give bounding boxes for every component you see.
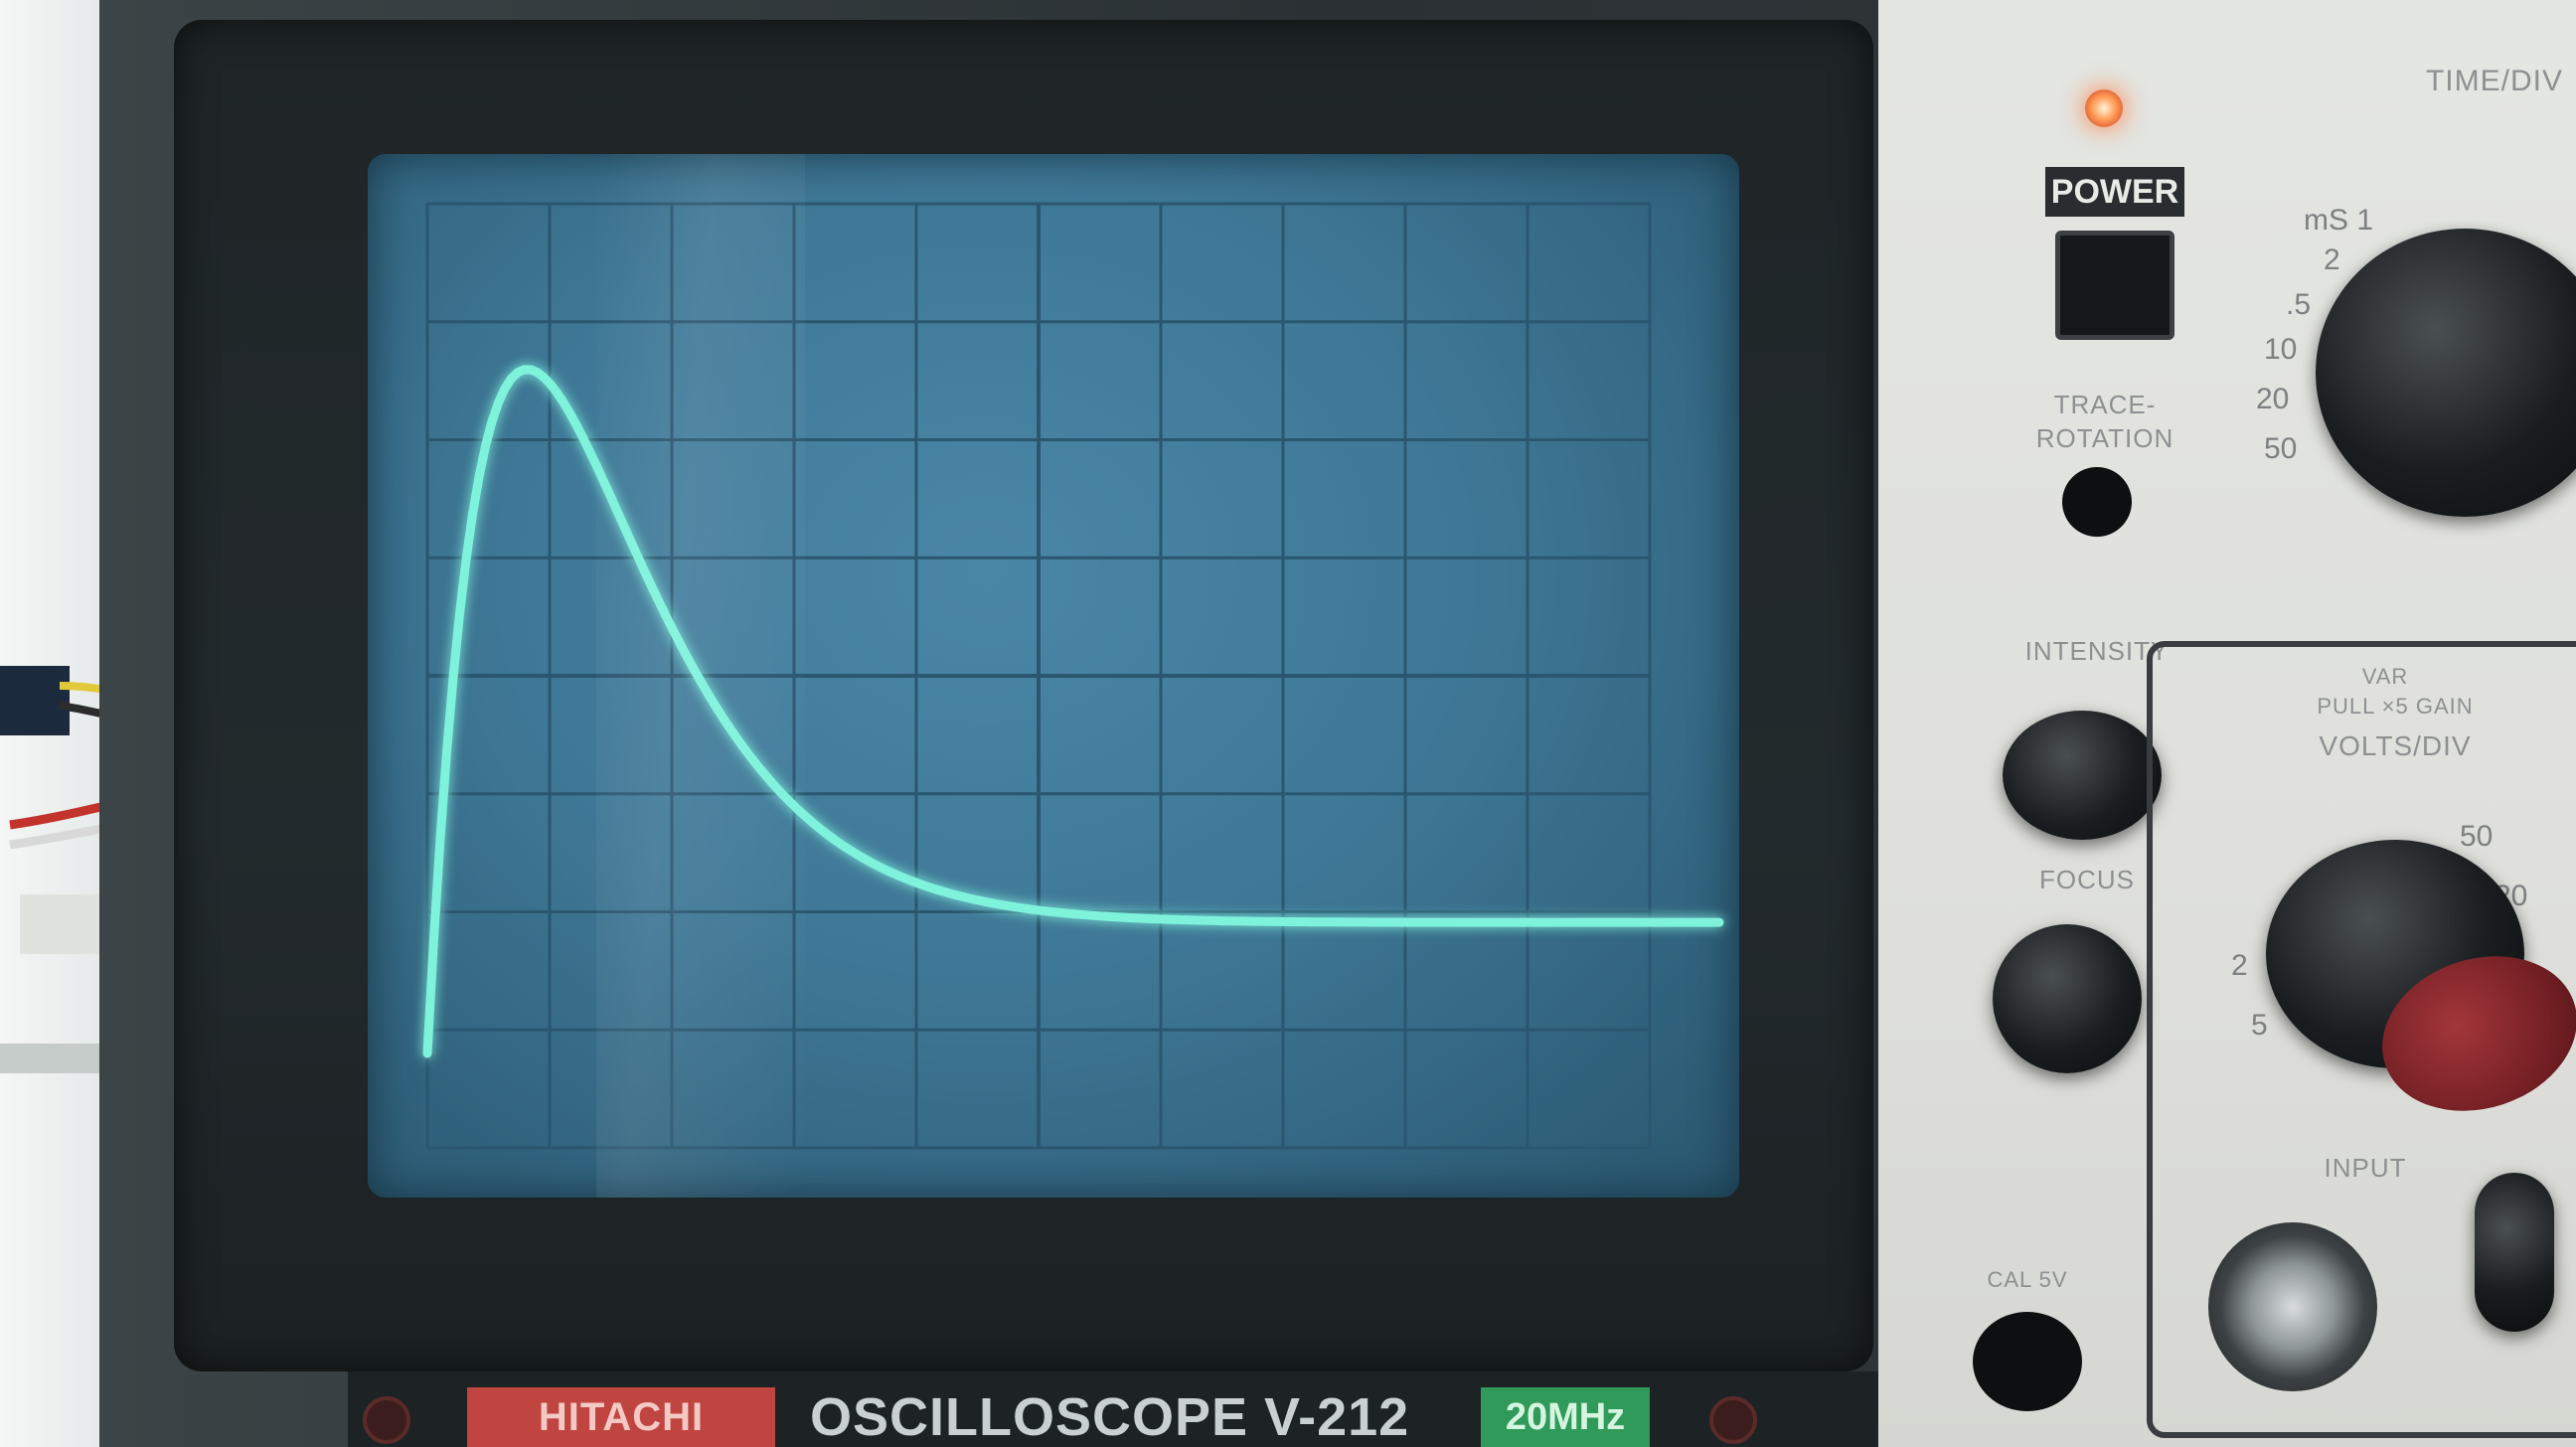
pull-gain-label: PULL ×5 GAIN (2317, 694, 2474, 719)
power-button[interactable] (2055, 231, 2174, 340)
coupling-switch[interactable] (2475, 1173, 2554, 1332)
time-div-mark: 2 (2324, 243, 2340, 276)
input-label: INPUT (2324, 1153, 2407, 1183)
trace-rotation-label: TRACE- ROTATION (2035, 390, 2174, 453)
volts-div-mark: 50 (2460, 820, 2494, 853)
time-div-mark: 50 (2264, 432, 2298, 465)
bnc-input-connector[interactable] (2208, 1222, 2377, 1391)
model-label: OSCILLOSCOPE V-212 (810, 1387, 1410, 1447)
screen-graticule (422, 202, 1724, 1150)
screw-right (1709, 1396, 1757, 1444)
power-label: POWER (2045, 167, 2184, 217)
time-div-mark: mS 1 (2304, 204, 2374, 237)
var-label: VAR (2361, 664, 2409, 689)
power-led-icon (2085, 89, 2123, 127)
focus-knob[interactable] (1993, 924, 2142, 1073)
screen-glare (596, 154, 805, 1198)
brand-label: HITACHI (467, 1387, 775, 1447)
cal-terminal[interactable] (1973, 1312, 2082, 1411)
time-div-label: TIME/DIV (2425, 65, 2563, 97)
crt-screen (368, 154, 1739, 1198)
bandwidth-label: 20MHz (1481, 1387, 1650, 1447)
intensity-knob[interactable] (2003, 711, 2162, 840)
volts-div-label: VOLTS/DIV (2319, 730, 2472, 761)
cal-label: CAL 5V (1987, 1267, 2068, 1292)
volts-div-mark: 2 (2231, 949, 2248, 982)
time-div-mark: .5 (2286, 288, 2312, 321)
time-div-mark: 20 (2256, 383, 2290, 415)
time-div-mark: 10 (2264, 333, 2298, 366)
volts-div-mark: 5 (2251, 1009, 2268, 1042)
screw-left (363, 1396, 410, 1444)
trace-rotation-adjust[interactable] (2062, 467, 2132, 537)
